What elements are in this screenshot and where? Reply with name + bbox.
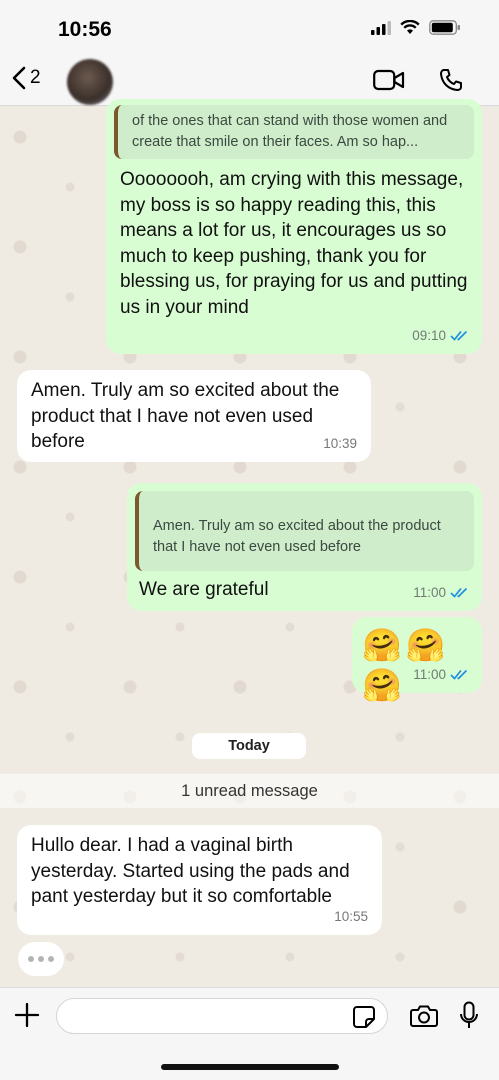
quoted-message[interactable]: Amen. Truly am so excited about the prod… (135, 491, 474, 571)
double-check-icon (450, 330, 468, 341)
message-time: 10:39 (323, 435, 357, 451)
outgoing-message[interactable]: 🤗🤗🤗 11:00 (352, 617, 482, 703)
back-chevron-icon (12, 66, 26, 90)
message-meta: 11:00 (413, 580, 468, 606)
typing-dot (48, 956, 54, 962)
outgoing-message[interactable]: of the ones that can stand with those wo… (106, 99, 482, 354)
wifi-icon (400, 20, 420, 34)
microphone-icon[interactable] (459, 1001, 479, 1031)
message-composer (0, 987, 499, 1080)
message-time: 09:10 (412, 327, 446, 343)
message-meta: 10:55 (334, 904, 368, 930)
message-time: 10:55 (334, 908, 368, 924)
video-call-icon[interactable] (373, 69, 405, 91)
unread-messages-banner: 1 unread message (0, 774, 499, 808)
incoming-message[interactable]: Hullo dear. I had a vaginal birth yester… (17, 825, 382, 935)
date-separator: Today (192, 733, 306, 759)
plus-icon[interactable] (14, 1002, 40, 1028)
quoted-text: Amen. Truly am so excited about the prod… (153, 518, 441, 555)
home-indicator[interactable] (161, 1064, 339, 1070)
message-meta: 11:00 (413, 662, 468, 688)
chat-area[interactable]: of the ones that can stand with those wo… (0, 99, 499, 987)
status-time: 10:56 (58, 18, 112, 41)
double-check-icon (450, 587, 468, 598)
message-time: 11:00 (413, 584, 446, 600)
signal-icon (371, 20, 391, 35)
typing-dot (38, 956, 44, 962)
status-bar: 10:56 (0, 0, 499, 56)
message-time: 11:00 (413, 666, 446, 682)
contact-avatar[interactable] (67, 59, 113, 105)
quoted-text: of the ones that can stand with those wo… (132, 113, 448, 150)
incoming-message[interactable]: Amen. Truly am so excited about the prod… (17, 370, 371, 462)
unread-chats-count: 2 (30, 67, 41, 88)
header-actions (373, 68, 463, 92)
sticker-icon[interactable] (352, 1005, 376, 1029)
message-text: Amen. Truly am so excited about the prod… (31, 380, 340, 452)
message-meta: 10:39 (323, 431, 357, 457)
back-button[interactable]: 2 (12, 66, 41, 90)
status-icons (371, 20, 461, 35)
battery-icon (429, 20, 460, 35)
message-meta: 09:10 (412, 323, 468, 349)
message-input[interactable] (56, 998, 388, 1034)
double-check-icon (450, 669, 468, 680)
camera-icon[interactable] (410, 1004, 438, 1028)
typing-indicator (18, 942, 64, 976)
quoted-message[interactable]: of the ones that can stand with those wo… (114, 105, 474, 159)
phone-icon[interactable] (439, 68, 463, 92)
message-text: Hullo dear. I had a vaginal birth yester… (31, 835, 350, 907)
outgoing-message[interactable]: Amen. Truly am so excited about the prod… (127, 483, 482, 611)
message-text: Oooooooh, am crying with this message, m… (120, 169, 468, 318)
typing-dot (28, 956, 34, 962)
